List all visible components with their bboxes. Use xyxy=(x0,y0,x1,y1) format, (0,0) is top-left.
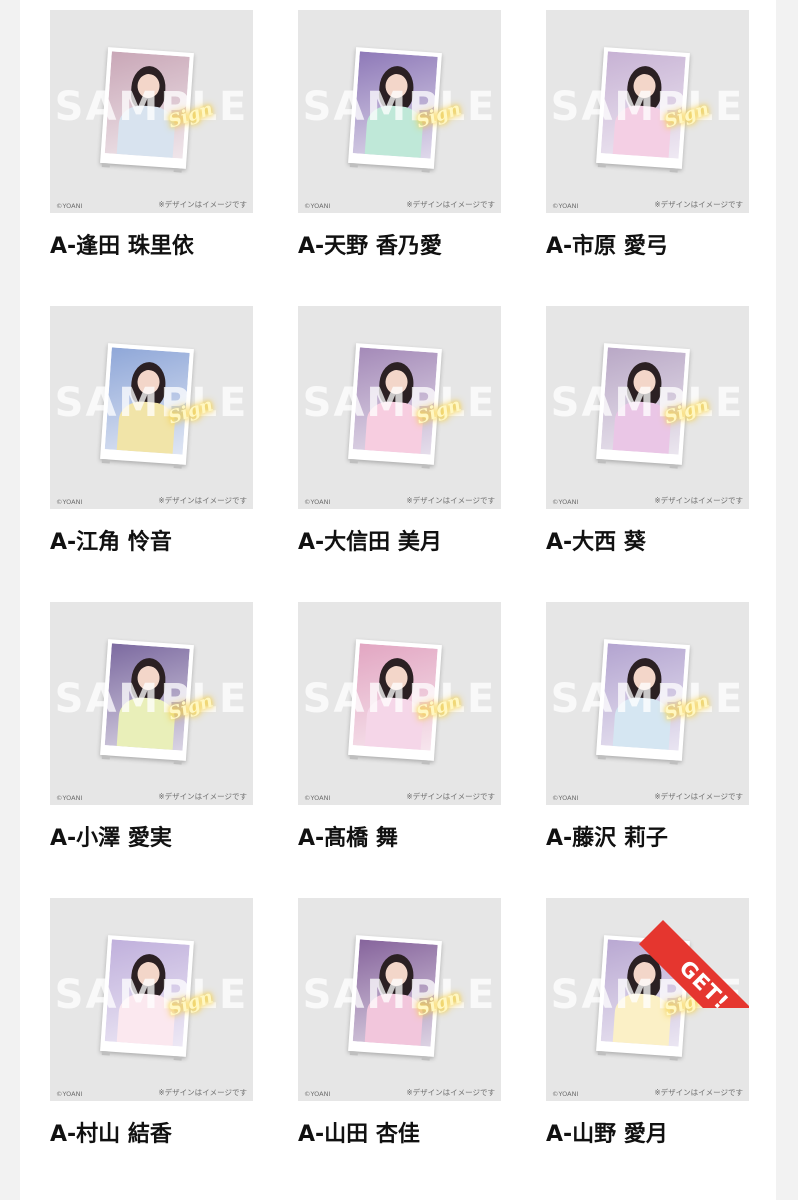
sample-watermark: SAMPLE xyxy=(550,676,745,722)
stand-foot-left xyxy=(349,1050,359,1056)
sample-watermark: SAMPLE xyxy=(54,380,249,426)
sample-watermark: SAMPLE xyxy=(550,380,745,426)
item-name: A-山田 杏佳 xyxy=(298,1122,420,1147)
stand-foot-right xyxy=(669,760,678,765)
design-note: ※デザインはイメージです xyxy=(158,1088,247,1097)
credit-text: ©YOANI xyxy=(304,202,331,210)
sample-watermark: SAMPLE xyxy=(302,380,497,426)
item-name: A-村山 結香 xyxy=(50,1122,172,1147)
item-name: A-藤沢 莉子 xyxy=(546,826,668,851)
item-card[interactable]: SAMPLE Sign ©YOANI ※デザインはイメージです A-髙橋 舞 xyxy=(298,602,501,898)
item-card[interactable]: SAMPLE Sign ©YOANI ※デザインはイメージです A-村山 結香 xyxy=(50,898,253,1194)
page-content: SAMPLE Sign ©YOANI ※デザインはイメージです A-逢田 珠里依… xyxy=(20,0,776,1200)
item-card[interactable]: SAMPLE Sign ©YOANI ※デザインはイメージです A-逢田 珠里依 xyxy=(50,10,253,306)
design-note: ※デザインはイメージです xyxy=(654,200,743,209)
credit-text: ©YOANI xyxy=(56,1090,83,1098)
item-card[interactable]: SAMPLE Sign ©YOANI ※デザインはイメージです A-市原 愛弓 xyxy=(546,10,749,306)
sample-watermark: SAMPLE xyxy=(54,84,249,130)
item-name: A-髙橋 舞 xyxy=(298,826,398,851)
stand-foot-left xyxy=(101,754,111,760)
item-thumbnail[interactable]: SAMPLE Sign ©YOANI ※デザインはイメージです xyxy=(298,306,501,509)
item-thumbnail[interactable]: SAMPLE Sign ©YOANI ※デザインはイメージです xyxy=(546,10,749,213)
stand-foot-left xyxy=(101,458,111,464)
item-name: A-大西 葵 xyxy=(546,530,646,555)
item-thumbnail[interactable]: SAMPLE Sign ©YOANI ※デザインはイメージです xyxy=(546,306,749,509)
stand-foot-right xyxy=(421,464,430,469)
item-name: A-大信田 美月 xyxy=(298,530,442,555)
design-note: ※デザインはイメージです xyxy=(406,792,495,801)
sample-watermark: SAMPLE xyxy=(302,676,497,722)
stand-foot-left xyxy=(349,162,359,168)
item-name: A-小澤 愛実 xyxy=(50,826,172,851)
get-badge: GET! xyxy=(639,898,749,1008)
item-thumbnail[interactable]: SAMPLE Sign ©YOANI ※デザインはイメージです xyxy=(50,10,253,213)
credit-text: ©YOANI xyxy=(552,498,579,506)
item-card[interactable]: SAMPLE Sign ©YOANI ※デザインはイメージです A-大信田 美月 xyxy=(298,306,501,602)
sample-watermark: SAMPLE xyxy=(302,84,497,130)
item-thumbnail[interactable]: SAMPLE Sign ©YOANI ※デザインはイメージです xyxy=(298,898,501,1101)
stand-foot-left xyxy=(349,458,359,464)
stand-foot-right xyxy=(669,168,678,173)
stand-foot-left xyxy=(597,458,607,464)
design-note: ※デザインはイメージです xyxy=(654,1088,743,1097)
credit-text: ©YOANI xyxy=(552,202,579,210)
design-note: ※デザインはイメージです xyxy=(158,200,247,209)
item-name: A-江角 怜音 xyxy=(50,530,172,555)
item-card[interactable]: SAMPLE Sign ©YOANI ※デザインはイメージです A-山田 杏佳 xyxy=(298,898,501,1194)
item-card[interactable]: SAMPLE Sign ©YOANI ※デザインはイメージです A-大西 葵 xyxy=(546,306,749,602)
credit-text: ©YOANI xyxy=(56,794,83,802)
stand-foot-right xyxy=(421,168,430,173)
credit-text: ©YOANI xyxy=(304,794,331,802)
item-grid: SAMPLE Sign ©YOANI ※デザインはイメージです A-逢田 珠里依… xyxy=(50,10,749,1194)
item-card[interactable]: SAMPLE Sign ©YOANI ※デザインはイメージです A-天野 香乃愛 xyxy=(298,10,501,306)
stand-foot-right xyxy=(173,464,182,469)
design-note: ※デザインはイメージです xyxy=(654,496,743,505)
item-thumbnail[interactable]: SAMPLE Sign ©YOANI ※デザインはイメージです GET! xyxy=(546,898,749,1101)
sample-watermark: SAMPLE xyxy=(302,972,497,1018)
design-note: ※デザインはイメージです xyxy=(406,1088,495,1097)
item-card[interactable]: SAMPLE Sign ©YOANI ※デザインはイメージです GET! A-山… xyxy=(546,898,749,1194)
stand-foot-right xyxy=(173,1056,182,1061)
item-thumbnail[interactable]: SAMPLE Sign ©YOANI ※デザインはイメージです xyxy=(50,602,253,805)
item-name: A-市原 愛弓 xyxy=(546,234,668,259)
stand-foot-right xyxy=(669,464,678,469)
stand-foot-left xyxy=(597,754,607,760)
credit-text: ©YOANI xyxy=(56,498,83,506)
credit-text: ©YOANI xyxy=(56,202,83,210)
item-card[interactable]: SAMPLE Sign ©YOANI ※デザインはイメージです A-小澤 愛実 xyxy=(50,602,253,898)
sample-watermark: SAMPLE xyxy=(54,676,249,722)
item-card[interactable]: SAMPLE Sign ©YOANI ※デザインはイメージです A-江角 怜音 xyxy=(50,306,253,602)
design-note: ※デザインはイメージです xyxy=(158,496,247,505)
get-badge-label: GET! xyxy=(639,920,749,1008)
stand-foot-left xyxy=(597,1050,607,1056)
design-note: ※デザインはイメージです xyxy=(158,792,247,801)
stand-foot-left xyxy=(101,1050,111,1056)
credit-text: ©YOANI xyxy=(304,1090,331,1098)
sample-watermark: SAMPLE xyxy=(550,84,745,130)
stand-foot-left xyxy=(349,754,359,760)
item-thumbnail[interactable]: SAMPLE Sign ©YOANI ※デザインはイメージです xyxy=(50,898,253,1101)
design-note: ※デザインはイメージです xyxy=(654,792,743,801)
stand-foot-right xyxy=(669,1056,678,1061)
credit-text: ©YOANI xyxy=(552,794,579,802)
item-name: A-逢田 珠里依 xyxy=(50,234,194,259)
credit-text: ©YOANI xyxy=(304,498,331,506)
item-name: A-天野 香乃愛 xyxy=(298,234,442,259)
stand-foot-right xyxy=(421,760,430,765)
stand-foot-right xyxy=(421,1056,430,1061)
item-thumbnail[interactable]: SAMPLE Sign ©YOANI ※デザインはイメージです xyxy=(546,602,749,805)
stand-foot-left xyxy=(101,162,111,168)
item-thumbnail[interactable]: SAMPLE Sign ©YOANI ※デザインはイメージです xyxy=(298,10,501,213)
item-card[interactable]: SAMPLE Sign ©YOANI ※デザインはイメージです A-藤沢 莉子 xyxy=(546,602,749,898)
stand-foot-left xyxy=(597,162,607,168)
item-name: A-山野 愛月 xyxy=(546,1122,668,1147)
design-note: ※デザインはイメージです xyxy=(406,496,495,505)
item-thumbnail[interactable]: SAMPLE Sign ©YOANI ※デザインはイメージです xyxy=(50,306,253,509)
sample-watermark: SAMPLE xyxy=(54,972,249,1018)
credit-text: ©YOANI xyxy=(552,1090,579,1098)
design-note: ※デザインはイメージです xyxy=(406,200,495,209)
stand-foot-right xyxy=(173,760,182,765)
item-thumbnail[interactable]: SAMPLE Sign ©YOANI ※デザインはイメージです xyxy=(298,602,501,805)
stand-foot-right xyxy=(173,168,182,173)
